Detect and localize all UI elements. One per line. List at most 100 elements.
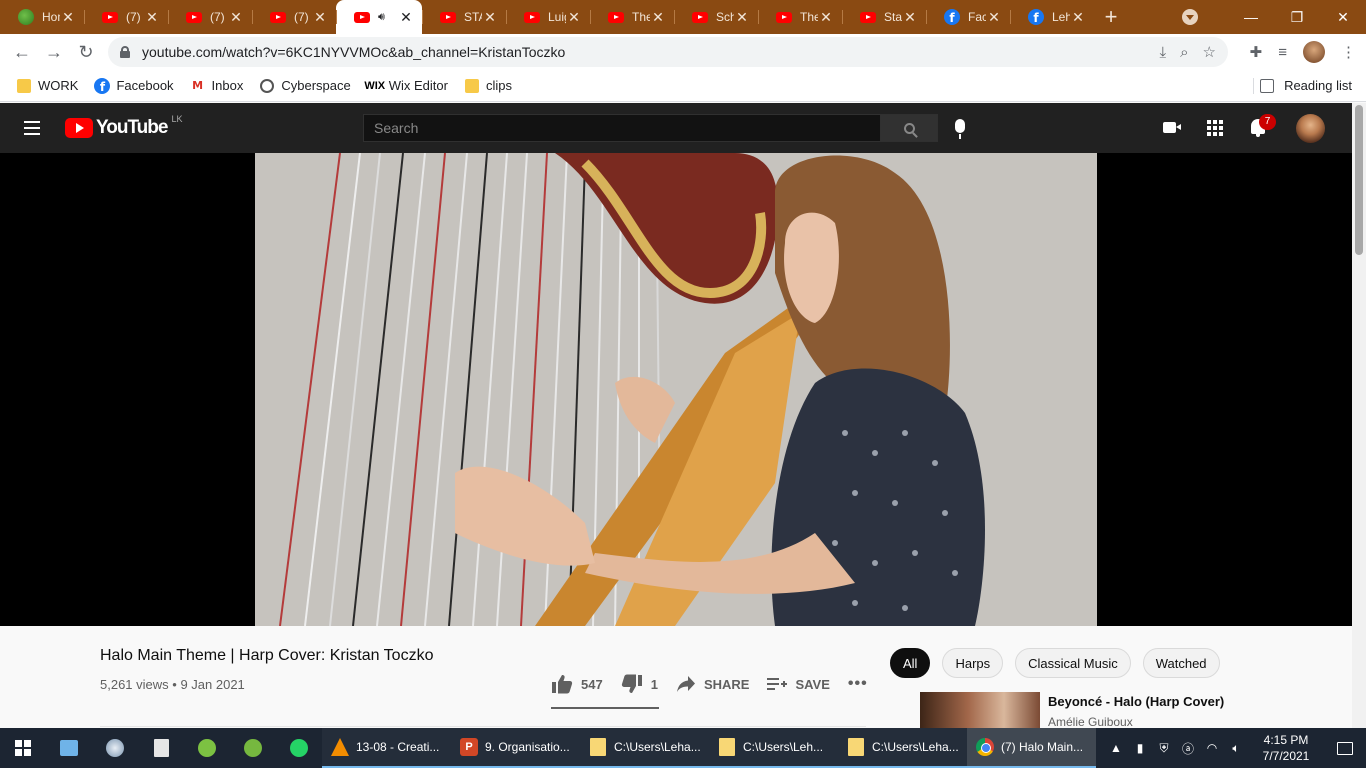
system-clock[interactable]: 4:15 PM 7/7/2021: [1248, 732, 1324, 764]
install-icon[interactable]: ⤓: [1160, 44, 1167, 61]
zoom-icon[interactable]: ⌕: [1180, 44, 1188, 61]
reload-button[interactable]: ↻: [70, 36, 102, 68]
close-tab-icon[interactable]: ✕: [482, 9, 498, 26]
browser-tab-active[interactable]: 🔊︎ ✕: [336, 0, 422, 34]
browser-tab[interactable]: f Face ✕: [926, 0, 1010, 34]
view-count: 5,261 views: [100, 677, 169, 692]
browser-tab[interactable]: f Leh ✕: [1010, 0, 1094, 34]
taskbar-app-powerpoint[interactable]: P 9. Organisatio...: [451, 728, 580, 768]
android-app-icon[interactable]: [184, 728, 230, 768]
share-button[interactable]: SHARE: [676, 675, 749, 693]
like-button[interactable]: 547: [551, 674, 603, 694]
close-tab-icon[interactable]: ✕: [650, 9, 666, 26]
browser-tab[interactable]: (7) T ✕: [168, 0, 252, 34]
restore-button[interactable]: ❐: [1274, 9, 1320, 26]
new-tab-button[interactable]: +: [1094, 0, 1128, 34]
browser-tab[interactable]: (7) S ✕: [84, 0, 168, 34]
minimize-button[interactable]: —: [1228, 9, 1274, 25]
browser-tab[interactable]: STA ✕: [422, 0, 506, 34]
create-video-icon[interactable]: [1163, 122, 1181, 133]
close-tab-icon[interactable]: ✕: [60, 9, 76, 26]
speaker-icon[interactable]: 🔊︎: [378, 11, 385, 24]
chip-classical-music[interactable]: Classical Music: [1015, 648, 1131, 678]
save-button[interactable]: SAVE: [767, 676, 830, 692]
close-tab-icon[interactable]: ✕: [734, 9, 750, 26]
bookmark-inbox[interactable]: M Inbox: [190, 78, 243, 94]
bookmark-work[interactable]: WORK: [16, 78, 78, 94]
notification-center-button[interactable]: [1324, 741, 1366, 755]
clock-date: 7/7/2021: [1262, 749, 1310, 763]
browser-tab[interactable]: (7) I ✕: [252, 0, 336, 34]
address-bar[interactable]: youtube.com/watch?v=6KC1NYVVMOc&ab_chann…: [108, 37, 1228, 67]
close-tab-icon[interactable]: ✕: [818, 9, 834, 26]
bookmark-wix-editor[interactable]: WIX Wix Editor: [364, 78, 448, 94]
close-tab-icon[interactable]: ✕: [1070, 9, 1086, 26]
recommended-video-channel[interactable]: Amélie Guiboux: [1048, 715, 1133, 729]
close-tab-icon[interactable]: ✕: [228, 9, 244, 26]
calculator-icon[interactable]: [138, 728, 184, 768]
taskbar-app-explorer[interactable]: C:\Users\Leh...: [709, 728, 838, 768]
browser-tab[interactable]: Star ✕: [842, 0, 926, 34]
more-actions-icon[interactable]: •••: [848, 675, 868, 693]
close-tab-icon[interactable]: ✕: [312, 9, 328, 26]
start-button[interactable]: [0, 728, 46, 768]
chip-all[interactable]: All: [890, 648, 931, 678]
recommended-video-title[interactable]: Beyoncé - Halo (Harp Cover): [1048, 694, 1224, 709]
app-tray-icon[interactable]: ▮: [1128, 741, 1152, 755]
microphone-icon[interactable]: [955, 119, 965, 139]
input-method-icon[interactable]: ⓐ: [1176, 740, 1200, 757]
bookmark-clips[interactable]: clips: [464, 78, 512, 94]
media-control-icon[interactable]: ≡: [1278, 44, 1287, 61]
menu-icon[interactable]: [24, 121, 40, 135]
bookmark-cyberspace[interactable]: Cyberspace: [259, 78, 351, 94]
chip-watched[interactable]: Watched: [1142, 648, 1220, 678]
chrome-menu-icon[interactable]: ⋮: [1341, 43, 1356, 61]
recommended-video-thumbnail[interactable]: [920, 692, 1040, 728]
taskbar-app-explorer[interactable]: C:\Users\Leha...: [580, 728, 709, 768]
back-button[interactable]: ←: [6, 36, 38, 68]
dislike-button[interactable]: 1: [621, 674, 658, 694]
browser-tab[interactable]: Luig ✕: [506, 0, 590, 34]
bookmark-facebook[interactable]: f Facebook: [94, 77, 174, 94]
close-tab-icon[interactable]: ✕: [902, 9, 918, 26]
whatsapp-icon[interactable]: [276, 728, 322, 768]
taskbar-app-vlc[interactable]: 13-08 - Creati...: [322, 728, 451, 768]
taskbar-app-explorer[interactable]: C:\Users\Leha...: [838, 728, 967, 768]
wifi-icon[interactable]: ◠: [1200, 741, 1224, 755]
chip-harps[interactable]: Harps: [942, 648, 1004, 678]
lock-icon[interactable]: [120, 46, 130, 58]
reading-list-button[interactable]: Reading list: [1260, 78, 1352, 93]
search-button[interactable]: [880, 114, 938, 142]
bookmark-label: clips: [485, 78, 512, 93]
browser-tab[interactable]: Hon ✕: [0, 0, 84, 34]
security-tray-icon[interactable]: ⛨: [1152, 741, 1176, 756]
apps-grid-icon[interactable]: [1207, 120, 1223, 136]
utorrent-icon[interactable]: [230, 728, 276, 768]
tab-search-icon[interactable]: [1182, 9, 1198, 25]
video-player[interactable]: [255, 153, 1097, 626]
youtube-logo[interactable]: YouTube LK: [65, 114, 182, 139]
vlc-tray-icon[interactable]: ▲: [1104, 741, 1128, 755]
extensions-icon[interactable]: ✚: [1250, 43, 1263, 61]
control-panel-icon[interactable]: [92, 728, 138, 768]
forward-button[interactable]: →: [38, 36, 70, 68]
page-scrollbar[interactable]: [1352, 103, 1366, 728]
search-input[interactable]: Search: [363, 114, 881, 142]
this-pc-icon[interactable]: [46, 728, 92, 768]
close-tab-icon[interactable]: ✕: [566, 9, 582, 26]
close-window-button[interactable]: ✕: [1320, 9, 1366, 26]
scrollbar-thumb[interactable]: [1355, 105, 1363, 255]
close-tab-icon[interactable]: ✕: [398, 9, 414, 26]
volume-icon[interactable]: 🔈︎: [1224, 741, 1248, 756]
user-avatar[interactable]: [1296, 114, 1325, 143]
url-text[interactable]: youtube.com/watch?v=6KC1NYVVMOc&ab_chann…: [142, 44, 1160, 60]
browser-tab[interactable]: Sch ✕: [674, 0, 758, 34]
taskbar-app-chrome[interactable]: (7) Halo Main...: [967, 728, 1096, 768]
reading-list-icon: [1260, 78, 1275, 93]
close-tab-icon[interactable]: ✕: [144, 9, 160, 26]
close-tab-icon[interactable]: ✕: [986, 9, 1002, 26]
bookmark-star-icon[interactable]: ☆: [1203, 43, 1216, 61]
browser-tab[interactable]: The ✕: [590, 0, 674, 34]
profile-avatar[interactable]: [1303, 41, 1325, 63]
browser-tab[interactable]: The ✕: [758, 0, 842, 34]
